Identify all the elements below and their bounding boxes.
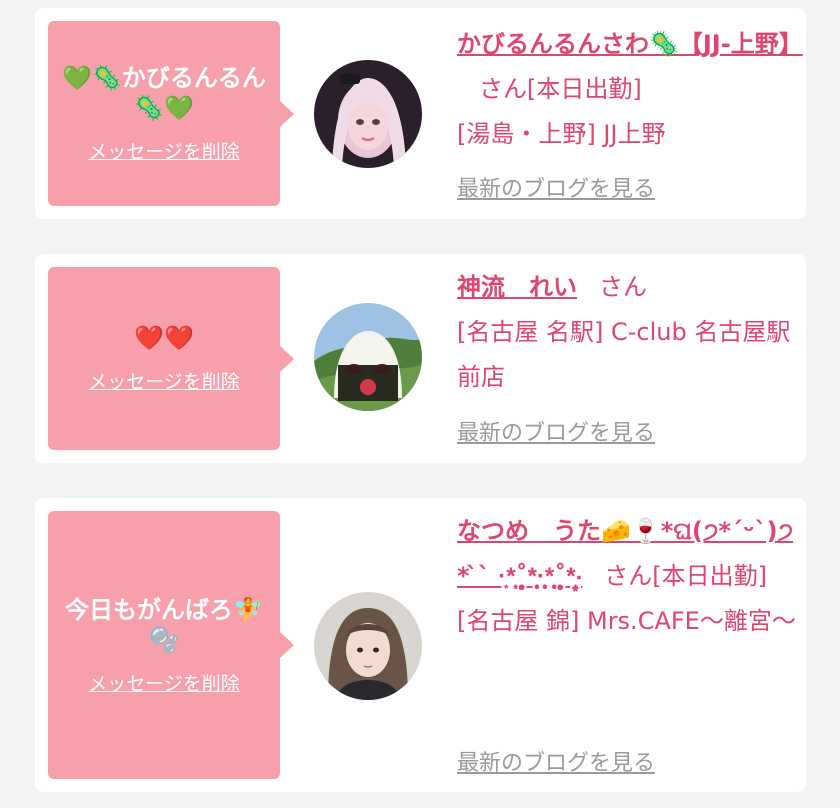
message-bubble: 💚🦠かびるんるん🦠💚 メッセージを削除 bbox=[48, 21, 294, 206]
shop-location: [名古屋 名駅] C-club 名古屋駅前店 bbox=[457, 318, 791, 391]
honorific: さん bbox=[604, 562, 653, 590]
avatar[interactable] bbox=[314, 303, 422, 411]
cast-info: 神流 れい さん [名古屋 名駅] C-club 名古屋駅前店 bbox=[457, 265, 797, 400]
cast-name-link[interactable]: 神流 れい bbox=[457, 273, 577, 301]
cast-info: かびるんるんさわ🦠【JJ-上野】さん[本日出勤] [湯島・上野] JJ上野 bbox=[457, 22, 803, 157]
delete-message-link[interactable]: メッセージを削除 bbox=[88, 367, 240, 394]
message-text: ❤️❤️ bbox=[134, 324, 194, 352]
honorific: さん bbox=[479, 75, 527, 103]
favorite-card-3: 今日もがんばろ🧚🫧 メッセージを削除 なつめ うた🧀🍷*ଘ(੭*ˊᵕˋ)੭* ̀… bbox=[35, 498, 806, 792]
status-text: [本日出勤] bbox=[652, 562, 768, 590]
message-text: 今日もがんばろ🧚🫧 bbox=[65, 595, 263, 654]
shop-location: [湯島・上野] JJ上野 bbox=[457, 120, 666, 148]
avatar[interactable] bbox=[314, 592, 422, 700]
cast-name-link[interactable]: かびるんるんさわ🦠【JJ-上野】 bbox=[457, 30, 803, 58]
latest-blog-link[interactable]: 最新のブログを見る bbox=[457, 745, 655, 777]
favorite-card-2: ❤️❤️ メッセージを削除 神流 れい さん [名古屋 名駅] C-club 名古… bbox=[35, 254, 806, 463]
status-text: [本日出勤] bbox=[527, 75, 642, 103]
message-bubble: 今日もがんばろ🧚🫧 メッセージを削除 bbox=[48, 511, 294, 779]
honorific: さん bbox=[599, 273, 647, 301]
latest-blog-link[interactable]: 最新のブログを見る bbox=[457, 415, 655, 447]
message-bubble: ❤️❤️ メッセージを削除 bbox=[48, 267, 294, 450]
message-text: 💚🦠かびるんるん🦠💚 bbox=[62, 64, 266, 122]
delete-message-link[interactable]: メッセージを削除 bbox=[88, 137, 240, 164]
cast-info: なつめ うた🧀🍷*ଘ(੭*ˊᵕˋ)੭* ̀ˋ ·͙*̩̩͙˚̩̥̩̥*̩̩̥͙·… bbox=[457, 509, 797, 644]
delete-message-link[interactable]: メッセージを削除 bbox=[88, 669, 240, 696]
shop-location: [名古屋 錦] Mrs.CAFE～離宮～ bbox=[457, 607, 796, 635]
favorite-card-1: 💚🦠かびるんるん🦠💚 メッセージを削除 かびるんるんさわ🦠【JJ-上野】さん[本… bbox=[35, 8, 806, 219]
avatar[interactable] bbox=[314, 60, 422, 168]
latest-blog-link[interactable]: 最新のブログを見る bbox=[457, 171, 655, 203]
